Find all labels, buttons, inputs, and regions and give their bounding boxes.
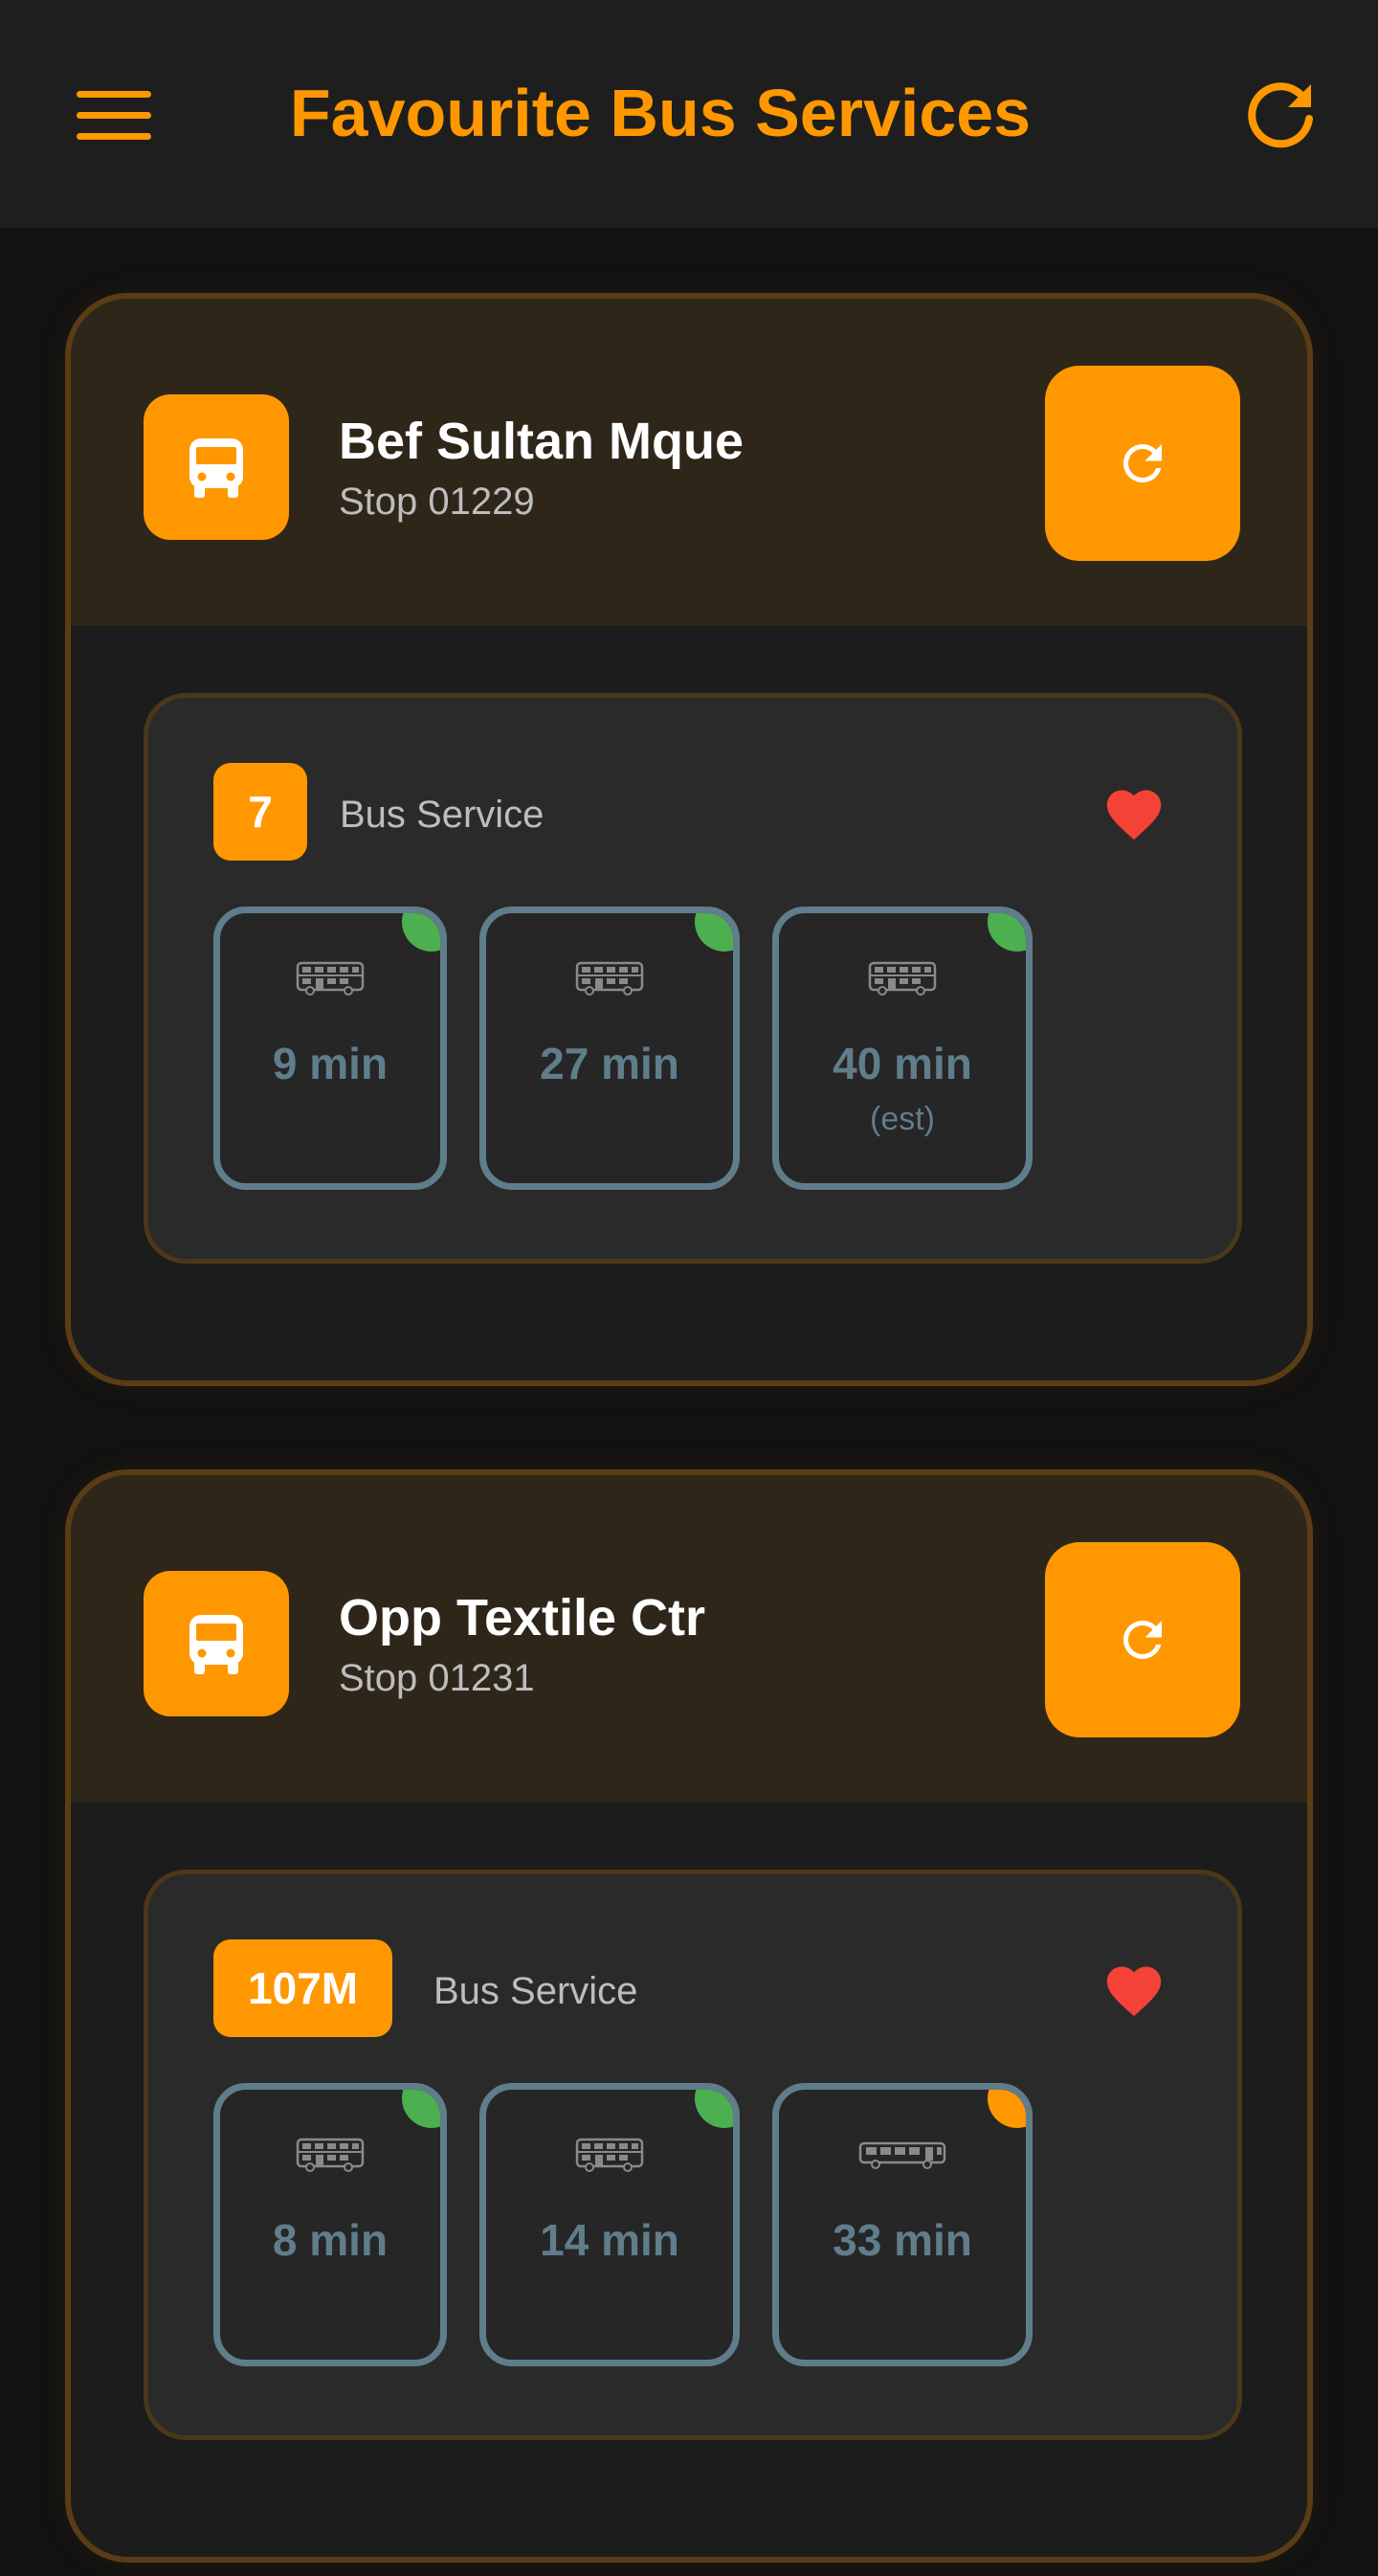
arrival-card: 14 min xyxy=(479,2083,740,2366)
double-decker-bus-icon xyxy=(868,961,937,996)
arrival-eta: 40 min xyxy=(833,1039,972,1088)
page-title: Favourite Bus Services xyxy=(289,76,1032,150)
favourite-heart-icon[interactable] xyxy=(1101,782,1167,841)
arrival-card: 27 min xyxy=(479,907,740,1190)
load-indicator-dot xyxy=(988,913,1026,952)
arrival-card: 8 min xyxy=(213,2083,447,2366)
service-number-badge: 107M xyxy=(213,1939,393,2037)
favourite-heart-icon[interactable] xyxy=(1101,1959,1167,2018)
bus-stop-icon xyxy=(144,1571,289,1716)
service-card: 7 Bus Service 9 min 27 min 40 min (est) xyxy=(144,693,1242,1264)
stop-card-header: Opp Textile Ctr Stop 01231 xyxy=(71,1475,1307,1803)
refresh-icon[interactable] xyxy=(1242,77,1319,153)
service-label: Bus Service xyxy=(433,1970,638,2012)
stop-name: Bef Sultan Mque xyxy=(339,413,745,470)
arrival-eta: 8 min xyxy=(272,2215,389,2265)
stop-code: Stop 01231 xyxy=(339,1657,535,1699)
double-decker-bus-icon xyxy=(575,2138,644,2172)
service-label: Bus Service xyxy=(340,794,545,836)
double-decker-bus-icon xyxy=(296,2138,365,2172)
app-bar: Favourite Bus Services xyxy=(0,0,1378,228)
load-indicator-dot xyxy=(402,913,440,952)
load-indicator-dot xyxy=(695,913,733,952)
single-deck-bus-icon xyxy=(858,2139,946,2170)
arrival-estimate-note: (est) xyxy=(870,1101,935,1137)
stop-card-header: Bef Sultan Mque Stop 01229 xyxy=(71,299,1307,626)
arrival-card: 9 min xyxy=(213,907,447,1190)
arrival-card: 40 min (est) xyxy=(772,907,1033,1190)
stop-name: Opp Textile Ctr xyxy=(339,1589,706,1646)
load-indicator-dot xyxy=(695,2090,733,2128)
arrival-eta: 33 min xyxy=(833,2215,972,2265)
stop-refresh-button[interactable] xyxy=(1045,366,1240,561)
stop-card: Bef Sultan Mque Stop 01229 7 Bus Service… xyxy=(65,293,1313,1386)
refresh-icon xyxy=(1114,1611,1171,1669)
double-decker-bus-icon xyxy=(575,961,644,996)
arrival-eta: 27 min xyxy=(540,1039,679,1088)
load-indicator-dot xyxy=(402,2090,440,2128)
stop-refresh-button[interactable] xyxy=(1045,1542,1240,1737)
arrival-eta: 14 min xyxy=(540,2215,679,2265)
arrival-eta: 9 min xyxy=(272,1039,389,1088)
bus-stop-icon xyxy=(144,394,289,540)
stop-card: Opp Textile Ctr Stop 01231 107M Bus Serv… xyxy=(65,1469,1313,2563)
service-card: 107M Bus Service 8 min 14 min 33 min xyxy=(144,1870,1242,2440)
arrival-card: 33 min xyxy=(772,2083,1033,2366)
service-number-badge: 7 xyxy=(213,763,307,861)
load-indicator-dot xyxy=(988,2090,1026,2128)
stop-code: Stop 01229 xyxy=(339,481,535,523)
double-decker-bus-icon xyxy=(296,961,365,996)
refresh-icon xyxy=(1114,435,1171,492)
